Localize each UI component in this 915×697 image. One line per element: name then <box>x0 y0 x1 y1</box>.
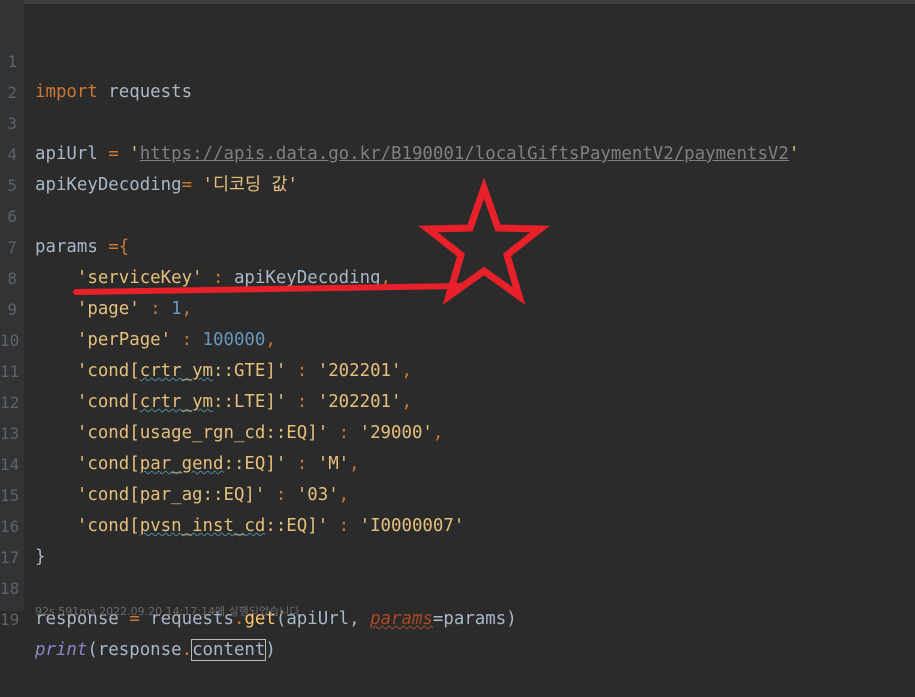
call-args: (response <box>87 640 182 660</box>
call-args-rest: =params) <box>432 609 517 629</box>
selected-attribute[interactable]: content <box>191 639 267 661</box>
annotation-overlay <box>73 177 550 305</box>
underline-annotation <box>73 283 465 295</box>
dot: . <box>181 640 193 660</box>
star-annotation <box>418 177 550 305</box>
keyword-arg: params <box>370 609 433 629</box>
call-args-rest: ) <box>265 640 276 660</box>
builtin-function: print <box>35 640 88 660</box>
